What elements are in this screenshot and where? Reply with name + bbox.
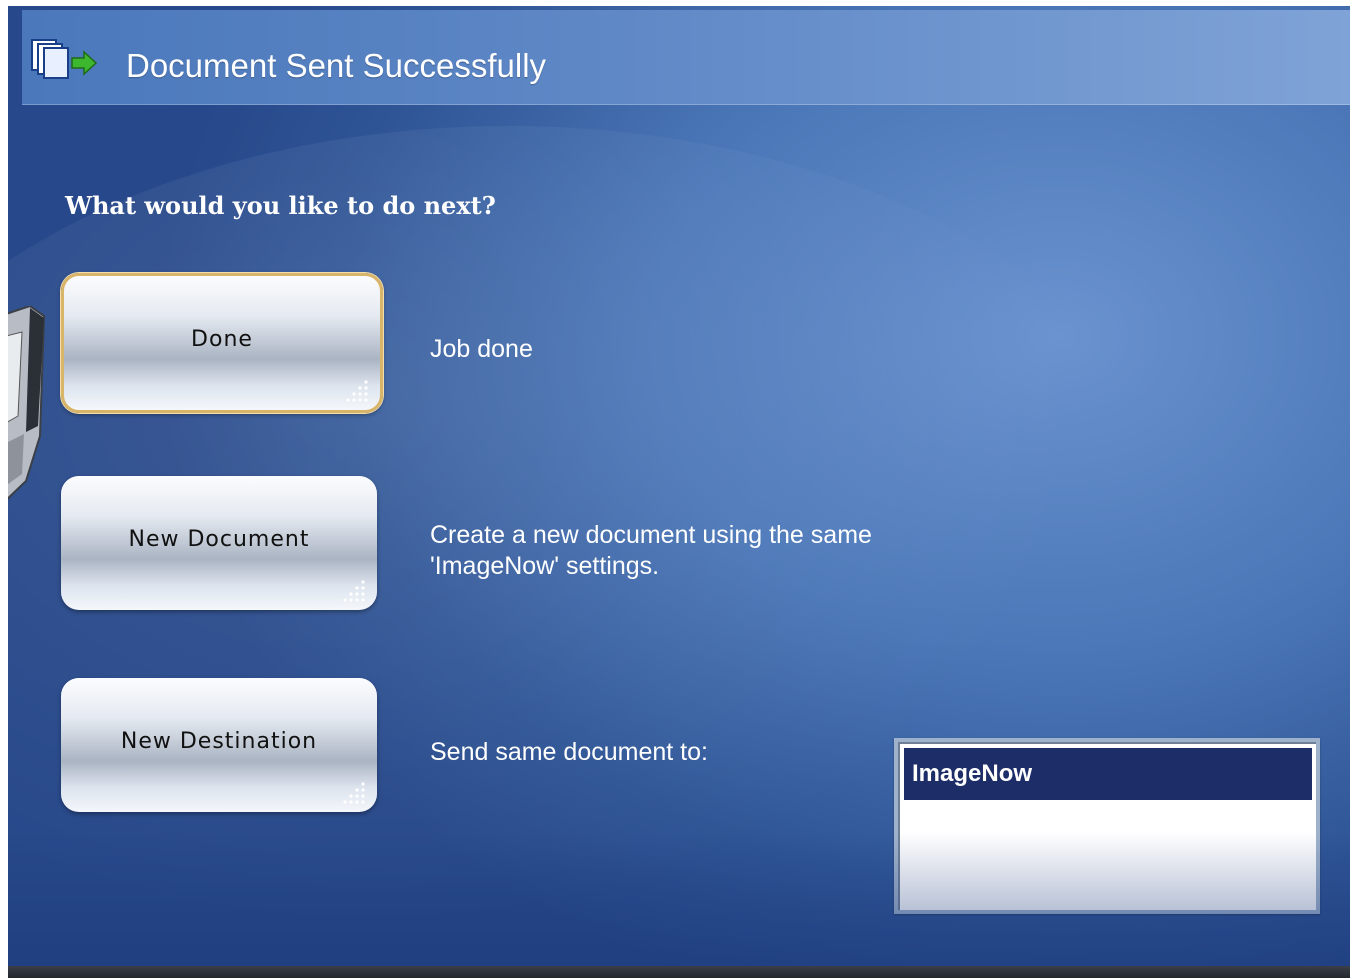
done-description: Job done: [430, 335, 533, 363]
document-send-icon: [31, 39, 98, 79]
destination-item-imagenow[interactable]: ImageNow: [904, 748, 1312, 800]
resize-grip-icon: [343, 782, 365, 804]
title-bar: Document Sent Successfully: [22, 10, 1350, 105]
done-button-label: Done: [191, 327, 253, 352]
done-button[interactable]: Done: [61, 273, 383, 413]
page-title: Document Sent Successfully: [126, 47, 547, 84]
scan-station-screen: Document Sent Successfully What would yo…: [8, 6, 1350, 972]
destination-list[interactable]: ImageNow: [894, 738, 1320, 914]
new-destination-description: Send same document to:: [430, 738, 708, 766]
next-step-prompt: What would you like to do next?: [65, 191, 496, 220]
new-document-button[interactable]: New Document: [61, 476, 377, 610]
new-document-button-label: New Document: [128, 527, 310, 552]
new-document-description: Create a new document using the same 'Im…: [430, 521, 872, 580]
resize-grip-icon: [346, 380, 368, 402]
bottom-bar: [8, 966, 1350, 978]
new-destination-button[interactable]: New Destination: [61, 678, 377, 812]
new-destination-button-label: New Destination: [120, 729, 318, 754]
resize-grip-icon: [343, 580, 365, 602]
scanner-device-image: [8, 306, 46, 500]
